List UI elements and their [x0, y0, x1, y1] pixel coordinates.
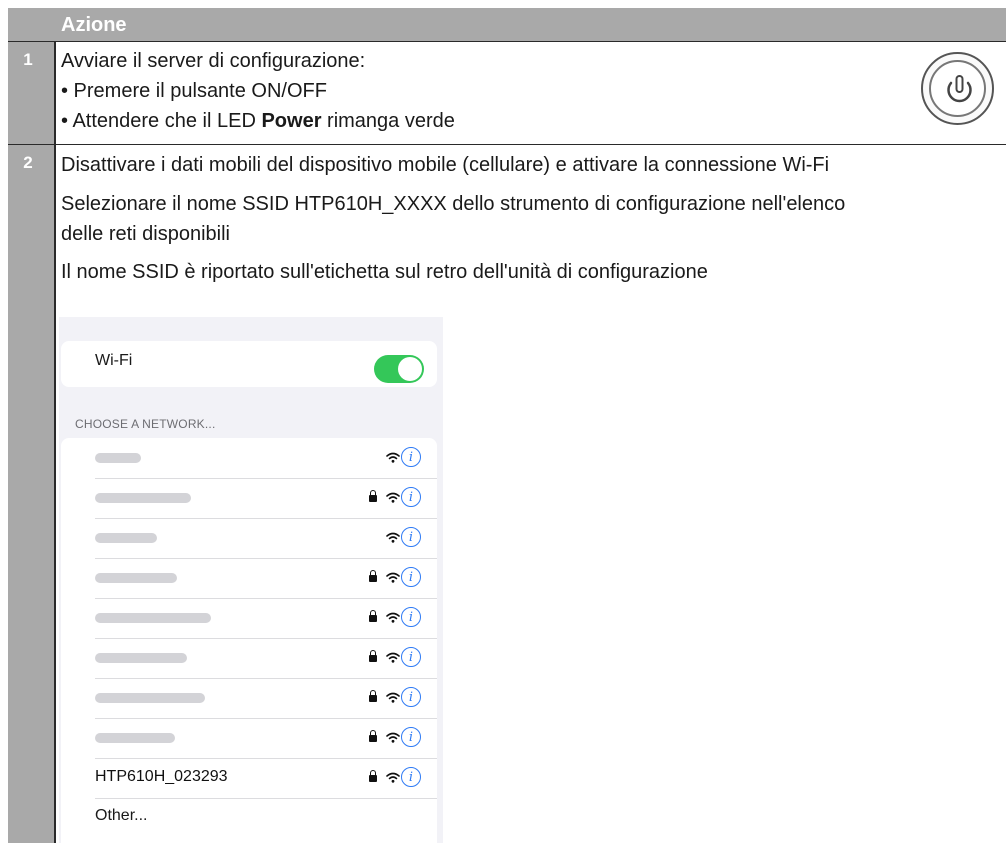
network-row-divider	[95, 638, 437, 639]
lock-icon	[369, 735, 377, 742]
power-button-inner	[929, 60, 986, 117]
step-1-intro: Avviare il server di configurazione:	[61, 50, 366, 72]
network-name-blurred[interactable]	[95, 573, 177, 583]
wifi-signal-icon	[386, 772, 400, 783]
step-number: 1	[23, 50, 33, 69]
network-name-blurred[interactable]	[95, 693, 205, 703]
info-icon[interactable]: i	[401, 647, 421, 667]
wifi-signal-icon	[386, 492, 400, 503]
network-row-divider	[95, 598, 437, 599]
network-name-blurred[interactable]	[95, 533, 157, 543]
network-row-divider	[95, 758, 437, 759]
wifi-signal-icon	[386, 692, 400, 703]
row-divider	[8, 41, 1006, 42]
step-2-p1: Disattivare i dati mobili del dispositiv…	[61, 154, 830, 176]
network-row-divider	[95, 478, 437, 479]
step-2-p3: Il nome SSID è riportato sull'etichetta …	[61, 261, 708, 283]
choose-network-label: CHOOSE A NETWORK...	[75, 417, 216, 431]
network-row-divider	[95, 718, 437, 719]
lock-icon	[369, 495, 377, 502]
network-row-divider	[95, 558, 437, 559]
info-icon[interactable]: i	[401, 687, 421, 707]
lock-icon	[369, 695, 377, 702]
network-row-divider	[95, 518, 437, 519]
lock-icon	[369, 615, 377, 622]
row-divider	[8, 144, 1006, 145]
network-row-divider	[95, 678, 437, 679]
info-icon[interactable]: i	[401, 487, 421, 507]
info-icon[interactable]: i	[401, 567, 421, 587]
step-1-bullet-1: • Premere il pulsante ON/OFF	[61, 80, 327, 102]
network-name-blurred[interactable]	[95, 733, 175, 743]
network-name-blurred[interactable]	[95, 613, 211, 623]
info-icon[interactable]: i	[401, 727, 421, 747]
info-icon[interactable]: i	[401, 767, 421, 787]
info-icon[interactable]: i	[401, 607, 421, 627]
other-network-item[interactable]: Other...	[95, 807, 147, 825]
table-header	[8, 8, 1006, 41]
info-icon[interactable]: i	[401, 447, 421, 467]
lock-icon	[369, 655, 377, 662]
info-icon[interactable]: i	[401, 527, 421, 547]
column-divider	[54, 41, 56, 843]
network-name-blurred[interactable]	[95, 493, 191, 503]
step-1-bullet-2: • Attendere che il LED Power rimanga ver…	[61, 110, 455, 132]
step-number: 2	[23, 153, 33, 172]
wifi-signal-icon	[386, 652, 400, 663]
wifi-signal-icon	[386, 532, 400, 543]
wifi-signal-icon	[386, 612, 400, 623]
network-name[interactable]: HTP610H_023293	[95, 768, 228, 786]
lock-icon	[369, 575, 377, 582]
network-name-blurred[interactable]	[95, 653, 187, 663]
wifi-signal-icon	[386, 732, 400, 743]
wifi-signal-icon	[386, 452, 400, 463]
step-2-p2b: delle reti disponibili	[61, 223, 230, 245]
wifi-label: Wi-Fi	[95, 352, 133, 369]
power-symbol-icon	[947, 75, 972, 103]
wifi-signal-icon	[386, 572, 400, 583]
network-name-blurred[interactable]	[95, 453, 141, 463]
step-2-p2a: Selezionare il nome SSID HTP610H_XXXX de…	[61, 193, 846, 215]
network-row-divider	[95, 798, 437, 799]
lock-icon	[369, 775, 377, 782]
wifi-toggle-knob	[398, 357, 422, 381]
header-action-label: Azione	[61, 14, 127, 36]
